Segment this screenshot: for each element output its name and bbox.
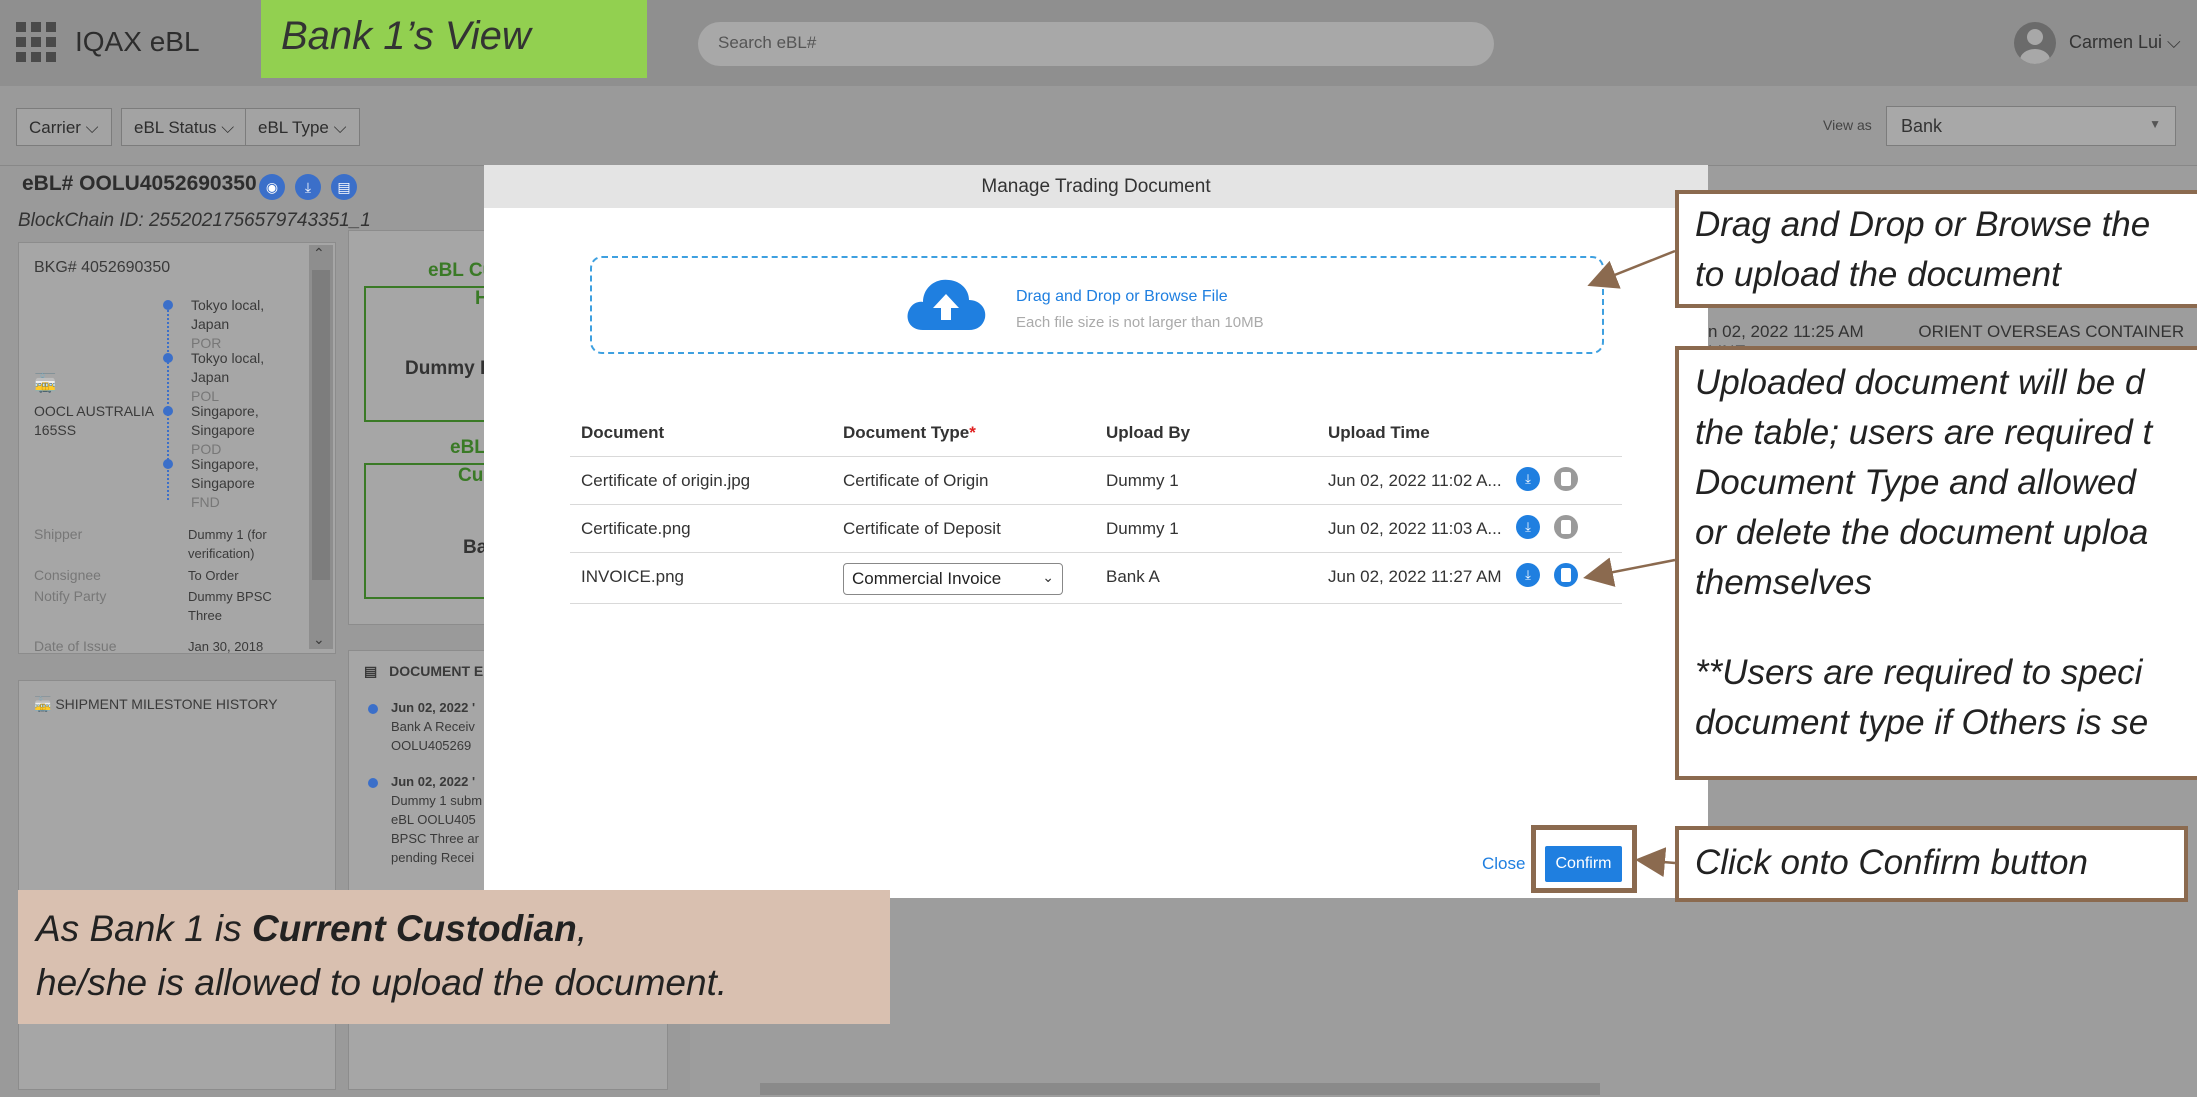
upload-by: Dummy 1 [1106,519,1179,538]
user-menu[interactable]: Carmen Lui ⌵ [2069,32,2181,53]
confirm-callout: Click onto Confirm button [1675,826,2188,902]
consignee-label: Consignee [34,567,101,583]
column-header-document-type: Document Type* [843,423,976,442]
card-scrollbar-thumb[interactable] [312,270,330,580]
vessel-info: OOCL AUSTRALIA 165SS [34,403,155,438]
document-type: Certificate of Origin [843,471,989,490]
modal-title: Manage Trading Document [484,165,1708,208]
blockchain-id: BlockChain ID: 2552021756579743351_1 [18,210,371,231]
route-dot [163,300,173,310]
ebl-custodian-label: eBL [450,437,486,458]
route-dot [163,353,173,363]
ebl-status-filter[interactable]: eBL Status ⌵ [121,108,248,146]
upload-by: Bank A [1106,567,1160,586]
row-divider [570,603,1622,604]
upload-time: Jun 02, 2022 11:27 AM [1328,567,1502,586]
chevron-down-icon: ⌄ [1042,569,1054,585]
route-dot [163,459,173,469]
shipper-label: Shipper [34,526,83,542]
ebl-type-filter[interactable]: eBL Type ⌵ [245,108,360,146]
shipper-value: Dummy 1 (for verification) [188,527,267,561]
download-icon[interactable]: ⤓ [1516,467,1540,491]
chevron-down-icon[interactable]: ⌄ [313,630,325,649]
document-name: Certificate of origin.jpg [581,471,751,490]
view-as-select[interactable]: Bank ▼ [1886,106,2176,146]
column-header-upload-time: Upload Time [1328,423,1430,442]
date-issue-label: Date of Issue [34,638,117,654]
row-divider [570,552,1622,553]
required-mark: * [969,423,976,442]
route-stop: Tokyo local, Japan POR [191,297,265,351]
column-header-document: Document [581,423,665,442]
custodian-label: Cu [458,465,484,486]
file-icon: ▤ [364,663,378,679]
route-stop: Tokyo local, Japan POL [191,350,265,404]
upload-by: Dummy 1 [1106,471,1179,490]
header-divider [570,456,1622,457]
download-icon[interactable]: ⤓ [1516,563,1540,587]
caret-down-icon: ▼ [2149,117,2161,131]
ship-icon: 🚋 [34,696,52,712]
ship-icon: 🚋 [34,373,57,393]
milestone-card [18,680,336,1090]
download-icon[interactable]: ⤓ [1516,515,1540,539]
app-title: IQAX eBL [75,26,200,57]
event-item: Jun 02, 2022 ' Bank A Receiv OOLU40526​9 [391,700,476,753]
event-dot [368,704,378,714]
cloud-upload-icon [907,279,986,330]
document-icon[interactable]: ▤ [331,174,357,200]
drag-drop-callout: Drag and Drop or Browse the to upload th… [1675,190,2197,308]
background-row-time: n 02, 2022 11:25 AM [1708,322,1864,341]
delete-icon [1554,515,1578,539]
document-name: INVOICE.png [581,567,684,586]
eye-icon[interactable]: ◉ [259,174,285,200]
ebl-number: eBL# OOLU4052690350 [22,172,257,195]
event-dot [368,778,378,788]
chevron-up-icon[interactable]: ⌃ [313,244,325,263]
consignee-value: To Order [188,568,239,583]
document-type: Certificate of Deposit [843,519,1001,538]
download-icon[interactable]: ⤓ [295,174,321,200]
avatar-icon[interactable] [2014,22,2056,64]
row-divider [570,504,1622,505]
route-stop: Singapore, Singapore FND [191,456,259,510]
close-button[interactable]: Close [1482,854,1525,874]
browse-file-link[interactable]: Drag and Drop or Browse File [1016,288,1228,306]
search-input[interactable]: Search eBL# [698,22,1494,66]
upload-time: Jun 02, 2022 11:03 A... [1328,519,1502,538]
delete-icon [1554,467,1578,491]
holder-value: Dummy E [405,358,493,379]
route-stop: Singapore, Singapore POD [191,403,259,457]
view-as-label: View as [1823,117,1872,133]
horizontal-scrollbar[interactable] [760,1083,1600,1095]
notify-party-label: Notify Party [34,588,107,604]
milestone-header: 🚋 SHIPMENT MILESTONE HISTORY [34,696,278,712]
event-item: Jun 02, 2022 ' Dummy 1 subm eBL OOLU405 … [391,774,483,865]
view-as-value: Bank [1901,116,1943,136]
route-line [167,305,169,500]
view-banner: Bank 1’s View [261,0,647,78]
notify-party-value: Dummy BPSC Three [188,589,272,623]
carrier-filter[interactable]: Carrier ⌵ [16,108,112,146]
upload-time: Jun 02, 2022 11:02 A... [1328,471,1502,490]
document-type-select[interactable]: Commercial Invoice ⌄ [843,563,1063,595]
document-name: Certificate.png [581,519,691,538]
custodian-note: As Bank 1 is Current Custodian, he/she i… [18,890,890,1024]
delete-icon[interactable] [1554,563,1578,587]
column-header-upload-by: Upload By [1106,423,1191,442]
date-issue-value: Jan 30, 2018 [188,639,264,654]
file-size-hint: Each file size is not larger than 10MB [1016,314,1264,331]
document-events-header: ▤ DOCUMENT E [364,663,484,679]
booking-number: BKG# 4052690350 [34,259,171,276]
background-row: n 02, 2022 11:25 AM ORIENT OVERSEAS CONT… [1708,318,2197,361]
route-dot [163,406,173,416]
confirm-highlight [1531,825,1637,893]
app-grid-icon[interactable] [16,22,56,62]
uploaded-document-callout: Uploaded document will be d the table; u… [1675,346,2197,780]
